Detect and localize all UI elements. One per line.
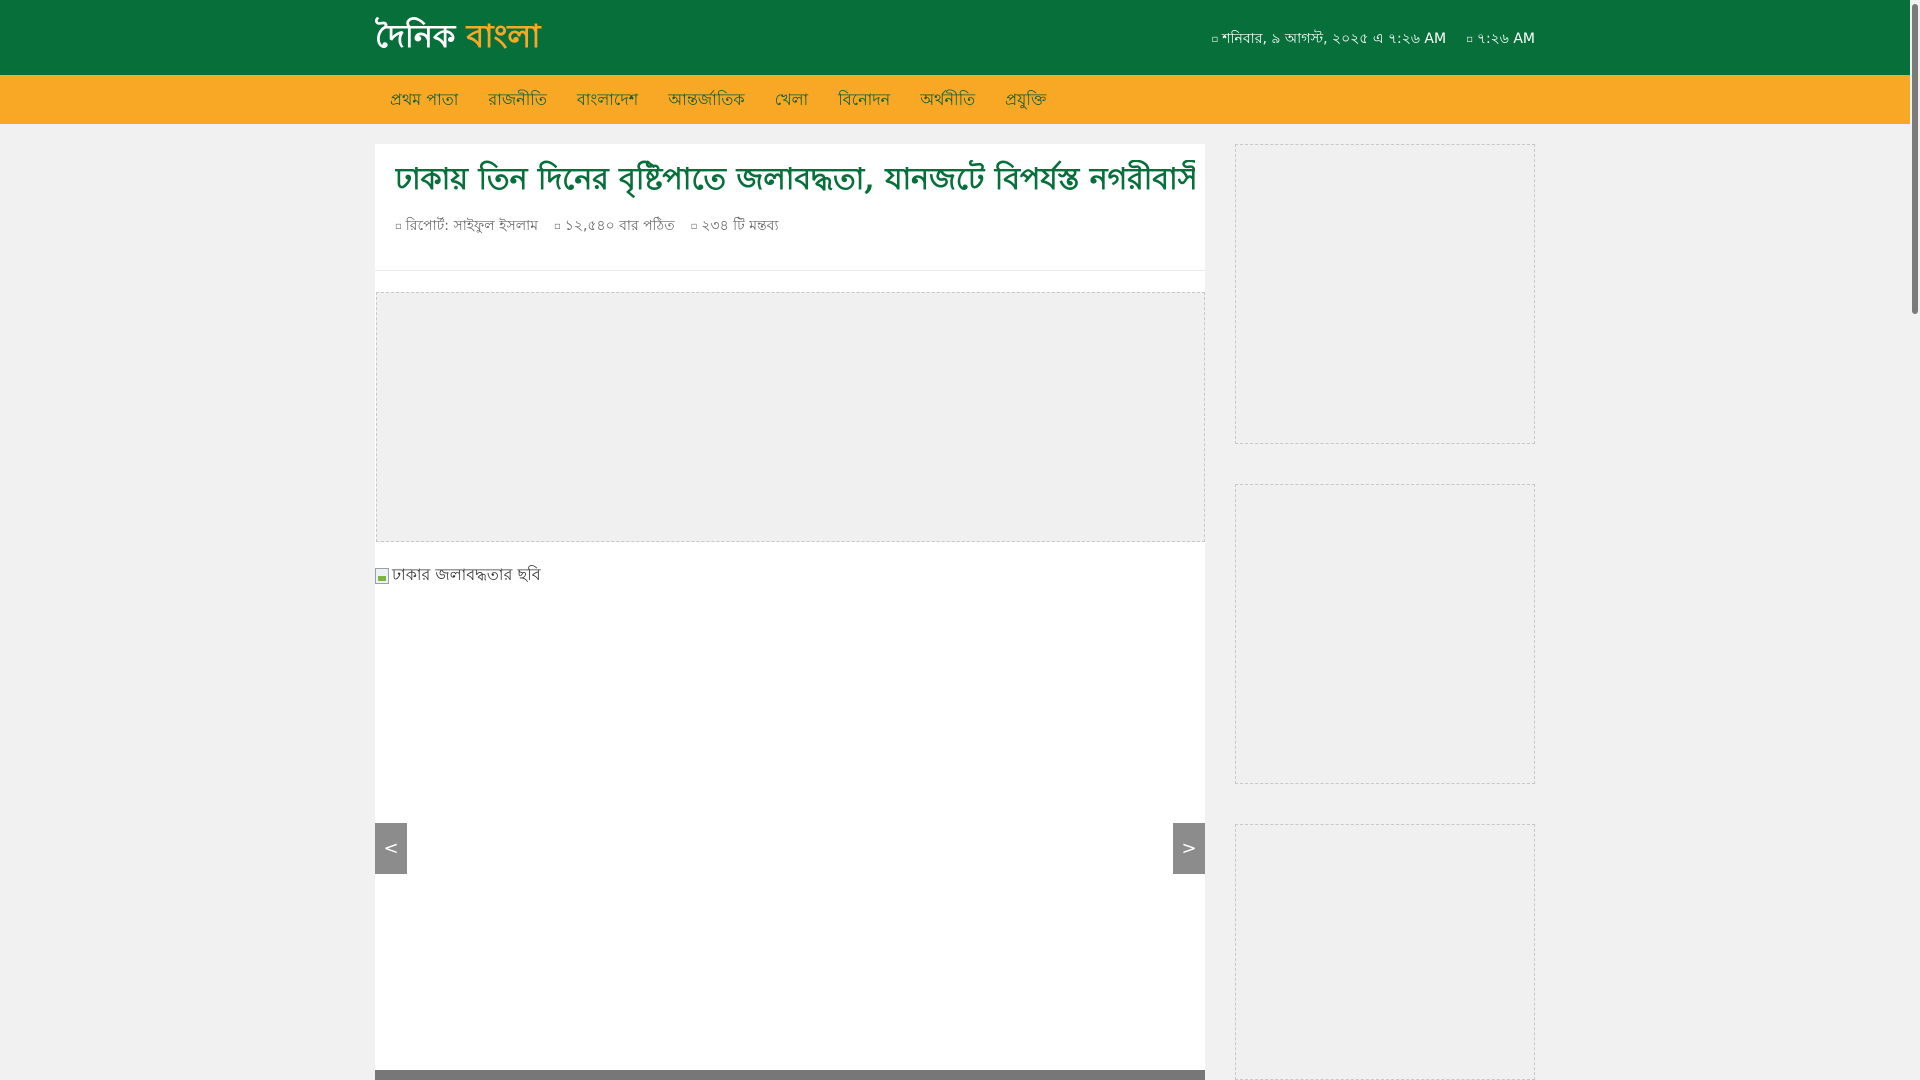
logo-text-primary: দৈনিক bbox=[375, 17, 456, 55]
eye-icon: ▫ bbox=[553, 220, 561, 232]
broken-image-icon bbox=[375, 567, 389, 584]
header-date-text: শনিবার, ৯ আগস্ট, ২০২৫ এ ৭:২৬ AM bbox=[1222, 31, 1447, 47]
site-logo[interactable]: দৈনিক বাংলা bbox=[375, 14, 541, 58]
nav-item-international[interactable]: আন্তর্জাতিক bbox=[653, 75, 759, 124]
sidebar-ad-slot-1[interactable] bbox=[1235, 144, 1535, 444]
header-date: ▫ শনিবার, ৯ আগস্ট, ২০২৫ এ ৭:২৬ AM bbox=[1211, 27, 1446, 51]
header-time: ▫ ৭:২৬ AM bbox=[1466, 27, 1535, 51]
article-title: ঢাকায় তিন দিনের বৃষ্টিপাতে জলাবদ্ধতা, য… bbox=[395, 162, 1195, 197]
header-datetime: ▫ শনিবার, ৯ আগস্ট, ২০২৫ এ ৭:২৬ AM ▫ ৭:২৬… bbox=[1211, 27, 1535, 51]
clock-icon: ▫ bbox=[1466, 33, 1473, 45]
article-views: ▫ ১২,৫৪০ বার পঠিত bbox=[554, 214, 675, 238]
nav-item-home[interactable]: প্রথম পাতা bbox=[375, 75, 473, 124]
inline-ad-slot[interactable] bbox=[376, 292, 1205, 542]
article-comments-text: ২৩৪ টি মন্তব্য bbox=[701, 218, 779, 234]
header-time-text: ৭:২৬ AM bbox=[1476, 31, 1535, 47]
article-divider bbox=[375, 270, 1205, 271]
article-image-alt: ঢাকার জলাবদ্ধতার ছবি bbox=[392, 565, 541, 584]
slider-next-button[interactable]: > bbox=[1173, 823, 1205, 874]
slider-prev-button[interactable]: < bbox=[375, 823, 407, 874]
sidebar-ad-slot-2[interactable] bbox=[1235, 484, 1535, 784]
nav-item-bangladesh[interactable]: বাংলাদেশ bbox=[562, 75, 653, 124]
comment-icon: ▫ bbox=[690, 220, 698, 232]
nav-item-entertainment[interactable]: বিনোদন bbox=[823, 75, 905, 124]
site-header: দৈনিক বাংলা ▫ শনিবার, ৯ আগস্ট, ২০২৫ এ ৭:… bbox=[0, 0, 1910, 75]
main-navigation: প্রথম পাতা রাজনীতি বাংলাদেশ আন্তর্জাতিক … bbox=[0, 75, 1910, 124]
scrollbar-thumb[interactable] bbox=[1912, 4, 1918, 314]
nav-item-economy[interactable]: অর্থনীতি bbox=[905, 75, 990, 124]
calendar-icon: ▫ bbox=[1211, 33, 1219, 45]
article-reporter: ▫ রিপোর্ট: সাইফুল ইসলাম bbox=[395, 214, 538, 238]
image-slider: ঢাকার জলাবদ্ধতার ছবি < > bbox=[375, 562, 1205, 1080]
article-comments[interactable]: ▫ ২৩৪ টি মন্তব্য bbox=[691, 214, 779, 238]
slider-caption-bar bbox=[375, 1070, 1205, 1080]
article-views-text: ১২,৫৪০ বার পঠিত bbox=[564, 218, 675, 234]
nav-list: প্রথম পাতা রাজনীতি বাংলাদেশ আন্তর্জাতিক … bbox=[375, 75, 1061, 124]
article-meta: ▫ রিপোর্ট: সাইফুল ইসলাম ▫ ১২,৫৪০ বার পঠি… bbox=[395, 214, 779, 238]
user-icon: ▫ bbox=[395, 220, 402, 232]
nav-item-sports[interactable]: খেলা bbox=[760, 75, 824, 124]
page-scrollbar[interactable] bbox=[1910, 0, 1920, 1080]
sidebar-ad-slot-3[interactable] bbox=[1235, 824, 1535, 1080]
nav-item-technology[interactable]: প্রযুক্তি bbox=[990, 75, 1061, 124]
logo-text-accent: বাংলা bbox=[466, 17, 541, 55]
article-main: ঢাকায় তিন দিনের বৃষ্টিপাতে জলাবদ্ধতা, য… bbox=[375, 144, 1205, 1080]
nav-item-politics[interactable]: রাজনীতি bbox=[473, 75, 561, 124]
article-image: ঢাকার জলাবদ্ধতার ছবি bbox=[375, 562, 541, 589]
article-reporter-text: রিপোর্ট: সাইফুল ইসলাম bbox=[405, 218, 538, 234]
